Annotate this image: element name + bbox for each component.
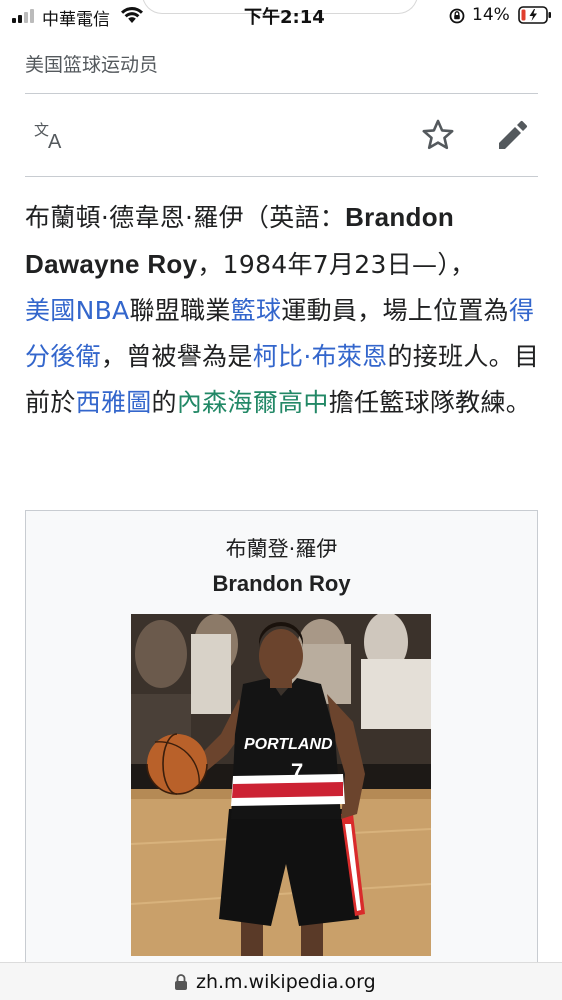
clock: 下午2:14 xyxy=(244,7,325,28)
battery-icon xyxy=(518,6,551,24)
svg-text:文: 文 xyxy=(34,121,49,139)
intro-text: ，曾被譽為是 xyxy=(100,342,253,371)
link-seattle[interactable]: 西雅圖 xyxy=(76,388,152,417)
intro-birth: ，1984年7月23日—）， xyxy=(197,250,476,279)
infobox-title-zh: 布蘭登·羅伊 xyxy=(225,537,338,561)
lock-icon xyxy=(175,974,187,990)
orientation-lock-icon xyxy=(449,8,465,24)
infobox-title-en: Brandon Roy xyxy=(212,571,351,596)
carrier-name: 中華電信 xyxy=(42,10,110,30)
divider xyxy=(25,93,538,94)
short-description: 美国篮球运动员 xyxy=(25,54,159,76)
link-basketball[interactable]: 籃球 xyxy=(231,296,282,325)
intro-text: 聯盟職業 xyxy=(129,296,231,325)
wifi-icon xyxy=(121,7,143,23)
infobox: 布蘭登·羅伊 Brandon Roy PORTLAND 7 xyxy=(25,510,538,980)
battery-percent: 14% xyxy=(472,5,510,25)
star-icon[interactable] xyxy=(421,118,455,152)
infobox-photo[interactable]: PORTLAND 7 xyxy=(131,614,431,956)
page-actions-toolbar: 文 A xyxy=(25,110,538,160)
status-bar: 中華電信 下午2:14 14% xyxy=(0,0,562,30)
url-text: zh.m.wikipedia.org xyxy=(196,971,376,993)
link-kobe-bryant[interactable]: 柯比·布萊恩 xyxy=(253,342,388,371)
intro-text: 運動員，場上位置為 xyxy=(281,296,509,325)
intro-paragraph: 布蘭頓·德韋恩·羅伊（英語：Brandon Dawayne Roy，1984年7… xyxy=(25,194,540,426)
jersey-number: 7 xyxy=(291,759,303,784)
pencil-icon[interactable] xyxy=(495,118,529,152)
divider xyxy=(25,176,538,177)
link-usa-nba[interactable]: 美國NBA xyxy=(25,296,129,325)
intro-name-zh: 布蘭頓·德韋恩·羅伊（英語： xyxy=(25,203,346,232)
player-photo-illustration: PORTLAND 7 xyxy=(131,614,431,956)
language-icon[interactable]: 文 A xyxy=(33,120,69,150)
intro-text: 擔任籃球隊教練。 xyxy=(328,388,532,417)
link-nathan-hale-high-school[interactable]: 內森海爾高中 xyxy=(177,388,329,417)
intro-text: 的 xyxy=(151,388,177,417)
jersey-text: PORTLAND xyxy=(244,736,333,753)
browser-address-bar[interactable]: zh.m.wikipedia.org xyxy=(0,962,562,1000)
signal-icon xyxy=(12,9,38,23)
svg-text:A: A xyxy=(48,131,62,150)
